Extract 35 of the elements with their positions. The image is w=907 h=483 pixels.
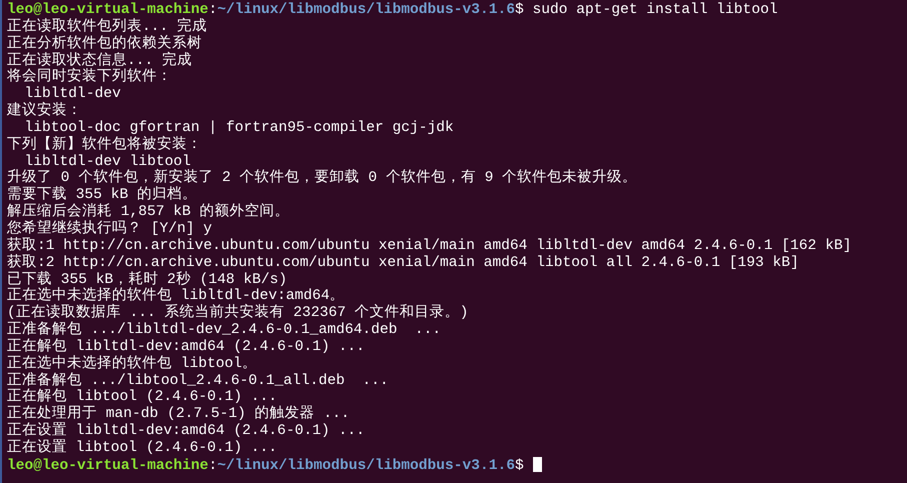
output-line: (正在读取数据库 ... 系统当前共安装有 232367 个文件和目录。) [7, 305, 470, 322]
output-line: libltdl-dev [24, 86, 122, 102]
output-line: libltdl-dev libtool [24, 154, 191, 170]
output-line: 正在设置 libtool (2.4.6-0.1) ... [7, 440, 278, 457]
prompt-user: leo@leo-virtual-machine [7, 2, 208, 18]
output-line: 正在读取软件包列表... 完成 [7, 18, 208, 35]
output-line: 正在处理用于 man-db (2.7.5-1) 的触发器 ... [7, 406, 351, 422]
output-line: 将会同时安装下列软件： [7, 69, 173, 86]
prompt-path: ~/linux/libmodbus/libmodbus-v3.1.6 [217, 2, 515, 18]
command-text: sudo apt-get install libtool [532, 2, 778, 18]
output-line: 您希望继续执行吗？ [Y/n] y [7, 220, 214, 237]
prompt-symbol: $ [514, 458, 524, 474]
output-line: 下列【新】软件包将被安装： [7, 136, 203, 154]
output-line: 获取:2 http://cn.archive.ubuntu.com/ubuntu xenial/main amd64 libtool all 2.4.6-0.1 [193 kB] [7, 254, 800, 271]
output-line: 正准备解包 .../libtool_2.4.6-0.1_all.deb ... [7, 372, 390, 389]
prompt-user: leo@leo-virtual-machine [7, 458, 208, 474]
output-line: 正在设置 libltdl-dev:amd64 (2.4.6-0.1) ... [7, 423, 366, 440]
output-line: 正在选中未选择的软件包 libltdl-dev:amd64。 [7, 288, 346, 304]
output-line: 正在解包 libltdl-dev:amd64 (2.4.6-0.1) ... [7, 338, 366, 355]
output-line: 需要下载 355 kB 的归档。 [7, 187, 198, 204]
prompt-path: ~/linux/libmodbus/libmodbus-v3.1.6 [217, 458, 515, 474]
output-line: libtool-doc gfortran | fortran95-compiler gcj-jdk [24, 120, 455, 136]
prompt-separator: : [208, 458, 218, 474]
output-line: 获取:1 http://cn.archive.ubuntu.com/ubuntu xenial/main amd64 libltdl-dev amd64 2.4.6-0.1 [162 kB] [7, 238, 852, 254]
output-line: 正准备解包 .../libltdl-dev_2.4.6-0.1_amd64.deb ... [7, 322, 442, 338]
output-line: 解压缩后会消耗 1,857 kB 的额外空间。 [7, 204, 291, 220]
output-line: 正在选中未选择的软件包 libtool。 [7, 356, 258, 372]
output-line: 正在分析软件包的依赖关系树 [7, 36, 203, 52]
output-line: 正在读取状态信息... 完成 [7, 52, 194, 69]
output-line: 建议安装： [7, 103, 83, 120]
prompt-separator: : [208, 2, 218, 18]
prompt-symbol: $ [514, 2, 524, 18]
output-line: 升级了 0 个软件包，新安装了 2 个软件包，要卸载 0 个软件包，有 9 个软件包未被升级。 [7, 170, 638, 186]
output-line: 已下载 355 kB，耗时 2秒 (148 kB/s) [7, 272, 288, 288]
output-line: 正在解包 libtool (2.4.6-0.1) ... [7, 389, 278, 406]
